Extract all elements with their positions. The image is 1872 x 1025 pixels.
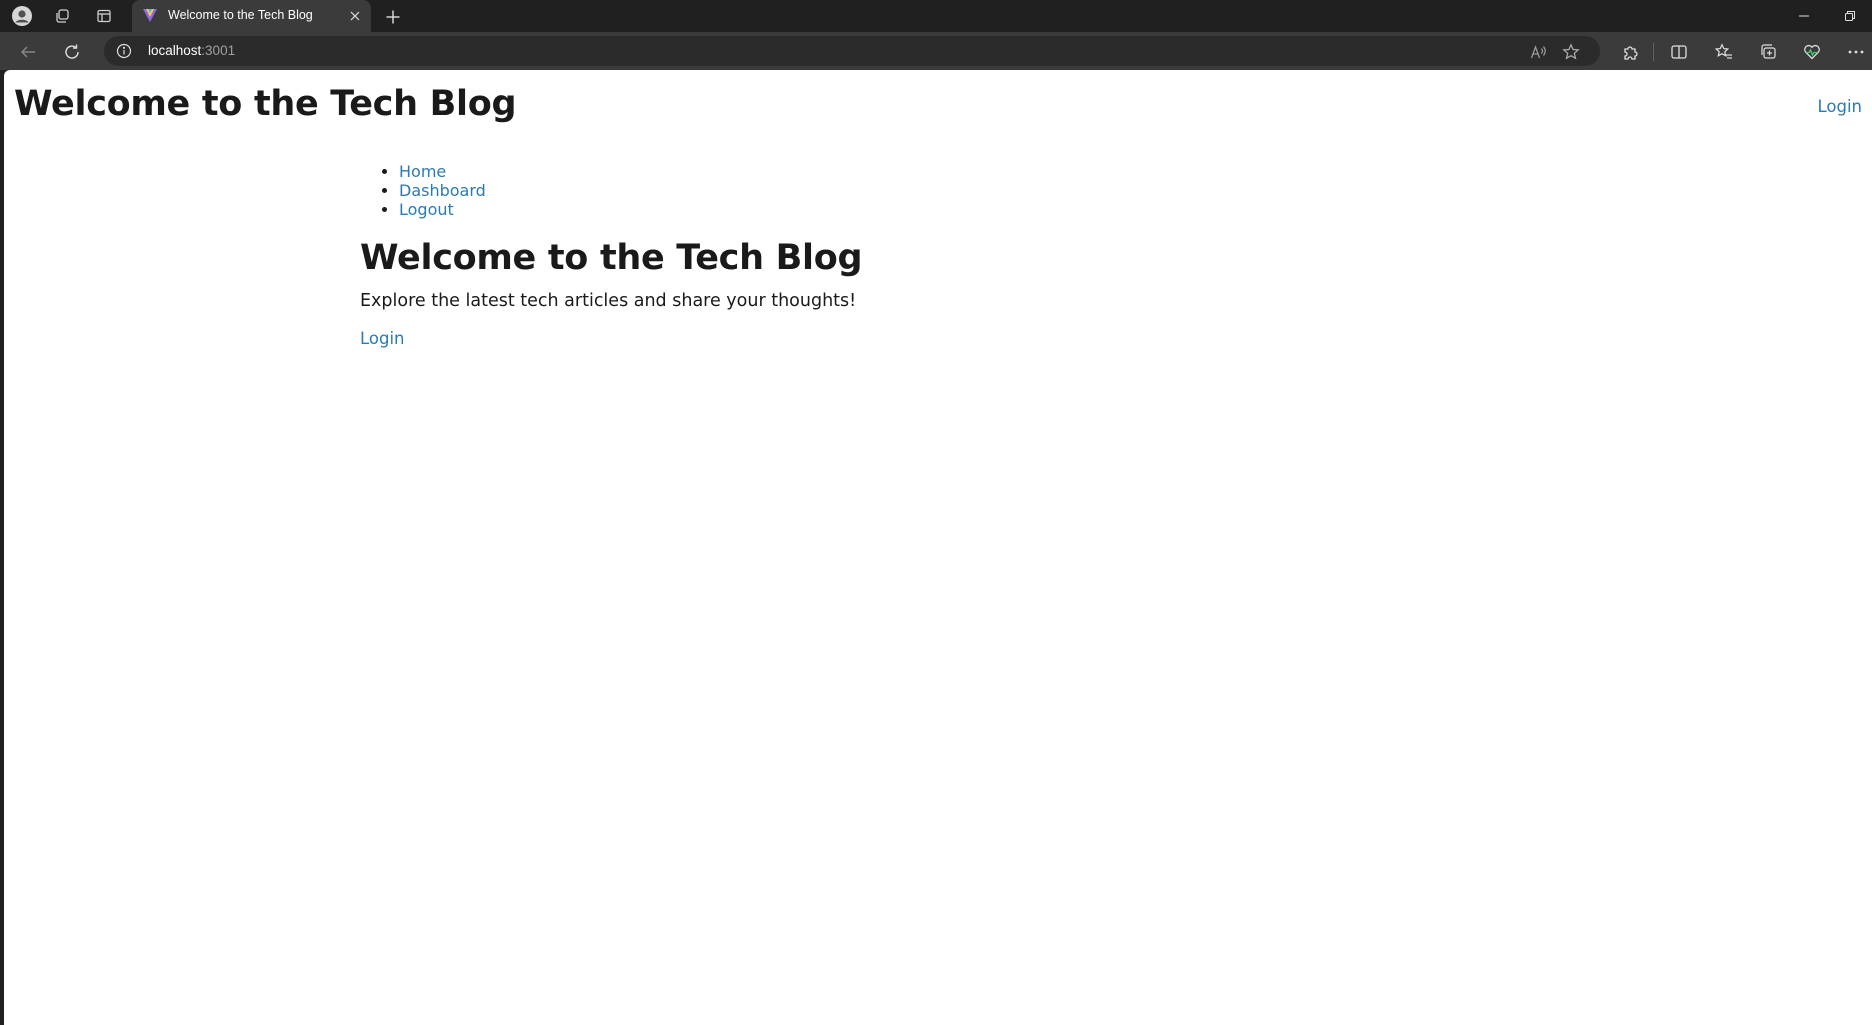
nav-item-dashboard: Dashboard: [399, 181, 486, 200]
favorites-icon[interactable]: [1711, 39, 1737, 65]
restore-window-icon[interactable]: [1827, 0, 1872, 32]
extensions-icon[interactable]: [1617, 39, 1643, 65]
back-arrow-icon[interactable]: [12, 36, 44, 68]
profile-avatar-icon[interactable]: [2, 0, 42, 32]
toolbar-divider: [1653, 43, 1654, 61]
nav-link-home[interactable]: Home: [399, 162, 446, 181]
collections-icon[interactable]: [1755, 39, 1781, 65]
tab-strip: Welcome to the Tech Blog: [0, 0, 1872, 32]
site-info-icon[interactable]: [116, 43, 132, 63]
site-header-title: Welcome to the Tech Blog: [14, 84, 517, 124]
read-aloud-icon[interactable]: [1528, 41, 1550, 63]
close-tab-icon[interactable]: [345, 6, 365, 26]
new-tab-button[interactable]: [380, 4, 406, 30]
url-port: :3001: [201, 43, 236, 58]
more-menu-icon[interactable]: [1843, 39, 1869, 65]
address-bar[interactable]: localhost:3001: [104, 36, 1600, 66]
browser-essentials-icon[interactable]: [1799, 39, 1825, 65]
favorite-star-icon[interactable]: [1560, 41, 1582, 63]
nav-item-logout: Logout: [399, 200, 486, 219]
tab-active[interactable]: Welcome to the Tech Blog: [132, 0, 371, 32]
favicon-icon: [142, 7, 158, 27]
nav-item-home: Home: [399, 162, 486, 181]
main-nav: Home Dashboard Logout: [399, 162, 486, 219]
browser-toolbar: localhost:3001: [0, 32, 1872, 70]
page-title: Welcome to the Tech Blog: [360, 238, 863, 278]
nav-link-dashboard[interactable]: Dashboard: [399, 181, 486, 200]
split-screen-icon[interactable]: [1666, 39, 1692, 65]
refresh-icon[interactable]: [56, 36, 88, 68]
url-host: localhost: [148, 43, 202, 58]
url-text: localhost:3001: [148, 43, 235, 58]
header-login-link[interactable]: Login: [1817, 97, 1862, 116]
page-viewport: Welcome to the Tech Blog Login Home Dash…: [4, 70, 1872, 1025]
minimize-window-icon[interactable]: [1781, 0, 1827, 32]
main-login-link[interactable]: Login: [360, 329, 405, 348]
tab-title: Welcome to the Tech Blog: [168, 8, 313, 22]
vertical-tabs-icon[interactable]: [84, 0, 124, 32]
page-description: Explore the latest tech articles and sha…: [360, 291, 857, 311]
workspaces-icon[interactable]: [42, 0, 82, 32]
nav-link-logout[interactable]: Logout: [399, 200, 454, 219]
